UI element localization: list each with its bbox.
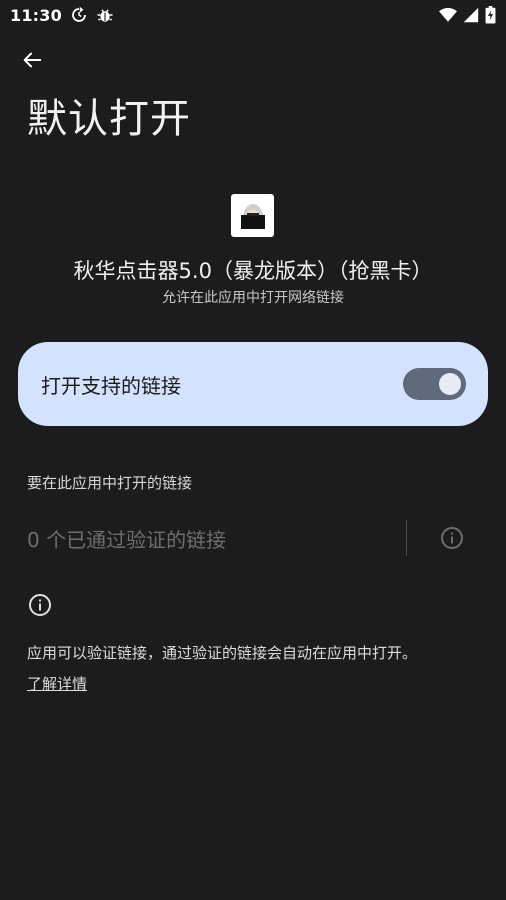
battery-icon [485,6,496,24]
verified-links-row: 0 个已通过验证的链接 [0,518,506,558]
app-icon [231,194,274,237]
info-icon [28,593,52,617]
links-section-label: 要在此应用中打开的链接 [27,474,193,492]
open-supported-links-toggle-card[interactable]: 打开支持的链接 [18,342,488,426]
switch-thumb [439,373,461,395]
back-button[interactable] [14,42,50,78]
divider [406,520,407,556]
status-time: 11:30 [10,5,62,25]
verified-links-info-button[interactable] [440,526,464,550]
verified-links-count: 0 个已通过验证的链接 [27,528,227,552]
toggle-label: 打开支持的链接 [41,373,181,398]
sync-icon [70,6,88,24]
status-bar: 11:30 [0,0,506,30]
open-supported-links-switch[interactable] [403,368,466,400]
app-subtitle: 允许在此应用中打开网络链接 [162,290,344,306]
bug-icon [96,6,114,24]
footer-description: 应用可以验证链接，通过验证的链接会自动在应用中打开。 [27,644,418,662]
info-icon [440,526,464,550]
signal-icon [463,7,479,23]
page-title: 默认打开 [27,96,191,142]
learn-more-link[interactable]: 了解详情 [27,673,87,694]
arrow-back-icon [21,49,43,71]
app-name: 秋华点击器5.0（暴龙版本）（抢黑卡） [73,259,433,283]
wifi-icon [439,7,457,23]
